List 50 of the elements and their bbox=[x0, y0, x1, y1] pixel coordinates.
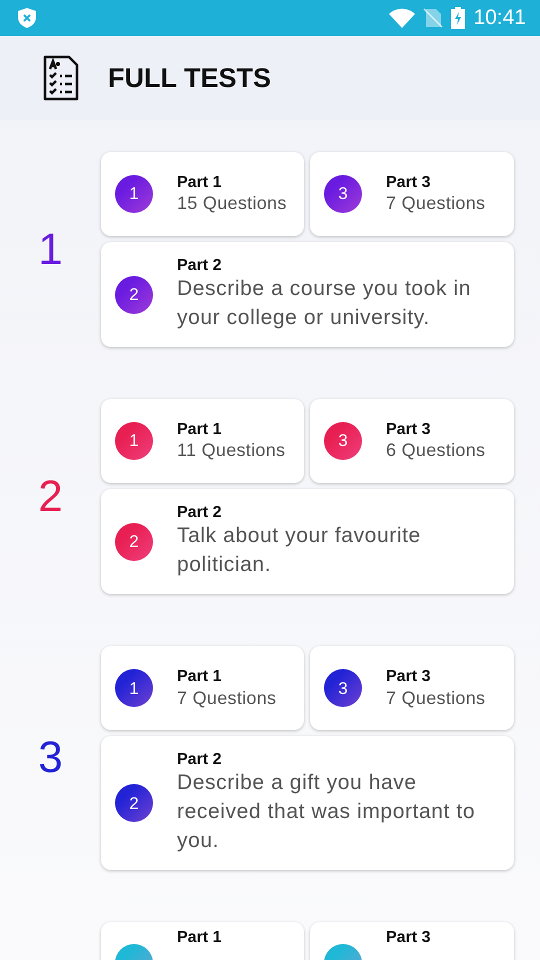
part-title: Part 3 bbox=[386, 928, 430, 948]
topic-description: Describe a gift you have received that was important to you. bbox=[177, 770, 476, 854]
test-number: 1 bbox=[38, 224, 63, 274]
part-card[interactable]: 2 Part 2 Describe a course you took in your college or university. bbox=[101, 242, 514, 348]
number-circle: 2 bbox=[115, 276, 153, 314]
part-title: Part 1 bbox=[177, 667, 222, 687]
number-circle: 2 bbox=[115, 784, 153, 822]
part-title: Part 2 bbox=[177, 256, 222, 276]
question-count: 15 Questions bbox=[177, 192, 287, 215]
part-title: Part 1 bbox=[177, 420, 222, 440]
part-card[interactable]: 2 Part 2 Describe a gift you have received that was important to you. bbox=[101, 736, 514, 870]
part-card[interactable]: 3 Part 3 7 Questions bbox=[310, 152, 514, 236]
part-title: Part 2 bbox=[177, 750, 222, 770]
number-circle: 1 bbox=[115, 175, 153, 213]
number-circle: 1 bbox=[115, 422, 153, 460]
question-count: 7 Questions bbox=[386, 192, 486, 215]
topic-description: Describe a course you took in your college or university. bbox=[177, 276, 472, 332]
part-title: Part 3 bbox=[386, 420, 432, 440]
part-title: Part 1 bbox=[177, 928, 222, 948]
part-card[interactable]: Part 3 bbox=[310, 922, 514, 960]
page-title: FULL TESTS bbox=[108, 62, 272, 95]
question-count: 7 Questions bbox=[386, 686, 486, 710]
part-card[interactable]: 1 Part 1 7 Questions bbox=[101, 646, 304, 730]
shield-icon bbox=[18, 8, 36, 28]
topic-description: Talk about your favourite politician. bbox=[177, 523, 422, 578]
battery-charging-icon bbox=[451, 7, 466, 29]
question-count: 7 Questions bbox=[177, 686, 276, 710]
test-number: 2 bbox=[38, 472, 63, 521]
part-title: Part 1 bbox=[177, 173, 222, 192]
question-count: 11 Questions bbox=[177, 439, 286, 462]
number-circle: 3 bbox=[324, 175, 362, 213]
part-card[interactable]: 3 Part 3 6 Questions bbox=[310, 399, 514, 484]
part-card[interactable]: Part 1 bbox=[101, 922, 304, 960]
part-title: Part 3 bbox=[386, 667, 432, 687]
part-card[interactable]: 1 Part 1 11 Questions bbox=[101, 399, 304, 484]
clock-time: 10:41 bbox=[473, 5, 526, 32]
test-number: 3 bbox=[38, 733, 63, 782]
part-title: Part 2 bbox=[177, 503, 222, 522]
number-circle: 1 bbox=[115, 669, 153, 708]
test-sheet-icon bbox=[42, 55, 80, 101]
number-circle: 3 bbox=[324, 422, 362, 460]
part-card[interactable]: 3 Part 3 7 Questions bbox=[310, 646, 514, 730]
part-title: Part 3 bbox=[386, 173, 432, 192]
question-count: 6 Questions bbox=[386, 439, 486, 462]
part-card[interactable]: 1 Part 1 15 Questions bbox=[101, 152, 304, 236]
part-card[interactable]: 2 Part 2 Talk about your favourite politician. bbox=[101, 489, 514, 594]
wifi-icon bbox=[389, 8, 416, 28]
no-sim-icon bbox=[423, 8, 444, 28]
number-circle: 3 bbox=[324, 669, 362, 708]
number-circle: 2 bbox=[115, 522, 153, 561]
